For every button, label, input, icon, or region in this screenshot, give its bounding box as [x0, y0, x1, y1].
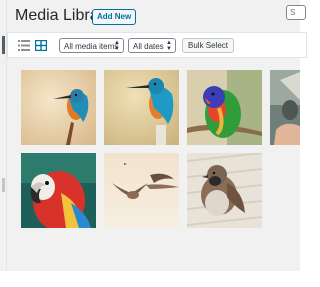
media-item-macaw[interactable]: [21, 153, 96, 228]
kingfisher-image: [104, 70, 179, 145]
kingfisher-image: [21, 70, 96, 145]
search-input[interactable]: S: [286, 5, 306, 20]
media-item-kingfisher-1[interactable]: [21, 70, 96, 145]
sidebar-marker: [2, 178, 5, 192]
media-item-sparrow[interactable]: [187, 153, 262, 228]
bulk-select-button[interactable]: Bulk Select: [182, 38, 235, 53]
admin-sidebar-edge: [0, 0, 7, 271]
media-type-filter-value: All media items: [64, 42, 119, 51]
date-filter-value: All dates: [133, 42, 164, 51]
media-item-birds-in-flight[interactable]: [104, 153, 179, 228]
birds-in-flight-image: [104, 153, 179, 228]
sparrow-image: [187, 153, 262, 228]
date-filter[interactable]: All dates ▲ ▼: [128, 38, 176, 53]
select-arrows-icon: ▲ ▼: [166, 39, 172, 52]
page-bottom: [0, 271, 300, 287]
media-toolbar: All media items ▲ ▼ All dates ▲ ▼ Bulk Sel…: [7, 32, 307, 58]
sidebar-scroll-handle[interactable]: [2, 36, 5, 54]
bird-in-hand-image: [270, 70, 300, 145]
media-item-lorikeet[interactable]: [187, 70, 262, 145]
media-type-filter[interactable]: All media items ▲ ▼: [59, 38, 124, 53]
lorikeet-image: [187, 70, 262, 145]
add-new-button[interactable]: Add New: [92, 9, 137, 25]
list-view-icon[interactable]: [18, 40, 30, 51]
media-item-bird-in-hand[interactable]: [270, 70, 300, 145]
macaw-image: [21, 153, 96, 228]
media-item-kingfisher-2[interactable]: [104, 70, 179, 145]
grid-view-icon[interactable]: [35, 40, 47, 51]
select-arrows-icon: ▲ ▼: [114, 39, 120, 52]
